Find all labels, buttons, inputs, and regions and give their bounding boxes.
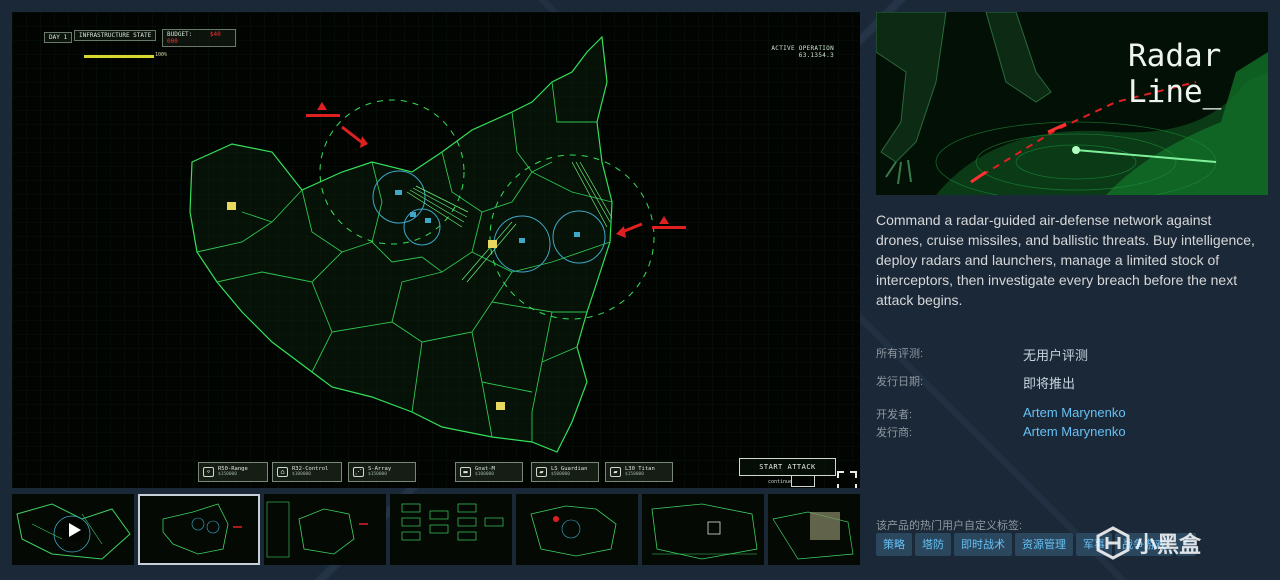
publisher-label: 发行商: — [876, 427, 913, 439]
unit-card-l30-titan[interactable]: ▰ L30 Titan $150000 — [605, 462, 673, 482]
capsule-title: Radar Line_ — [1128, 38, 1222, 110]
tags-label: 该产品的热门用户自定义标签: — [876, 520, 1023, 532]
budget-label: BUDGET: — [167, 31, 193, 38]
unit-price: $150000 — [368, 472, 387, 477]
active-operation-label: ACTIVE OPERATION — [771, 45, 834, 52]
infrastructure-pct: 100% — [155, 52, 168, 58]
heybox-logo-icon — [1096, 526, 1130, 560]
budget-box: BUDGET: $40 000 — [162, 29, 236, 47]
tag-strategy[interactable]: 策略 — [876, 533, 912, 556]
fullscreen-icon[interactable] — [836, 470, 858, 488]
unit-price: $500000 — [551, 472, 570, 477]
day-indicator: DAY 1 — [44, 32, 73, 43]
tag-tower-defense[interactable]: 塔防 — [915, 533, 951, 556]
reviews-value: 无用户评测 — [1023, 348, 1089, 363]
unit-price: $150000 — [218, 472, 237, 477]
launcher-icon: ▰ — [536, 467, 547, 477]
thumbnail-4[interactable] — [390, 494, 512, 565]
thumbnail-5[interactable] — [516, 494, 638, 565]
start-attack-button[interactable]: START ATTACK — [739, 458, 836, 476]
unit-price: $150000 — [625, 472, 644, 477]
radar-tower-icon: ⌂ — [277, 467, 288, 477]
thumbnail-strip — [12, 494, 860, 566]
operation-code: 63.1354.3 — [798, 52, 834, 59]
reviews-label: 所有评测: — [876, 348, 924, 360]
heavy-launcher-icon: ▰ — [610, 467, 621, 477]
release-date-value: 即将推出 — [1023, 376, 1076, 391]
tag-resource-management[interactable]: 资源管理 — [1015, 533, 1073, 556]
game-capsule-image: Radar Line_ — [876, 12, 1268, 195]
thumbnail-6[interactable] — [642, 494, 764, 565]
watermark-text: 小黑盒 — [1135, 532, 1202, 557]
tag-rts[interactable]: 即时战术 — [954, 533, 1012, 556]
game-map — [12, 12, 860, 488]
developer-link[interactable]: Artem Marynenko — [1023, 405, 1126, 420]
array-icon: ⋰ — [353, 467, 364, 477]
unit-price: $100000 — [292, 472, 311, 477]
thumbnail-7[interactable] — [768, 494, 860, 565]
unit-price: $100000 — [475, 472, 494, 477]
thumbnail-2[interactable] — [138, 494, 260, 565]
unit-card-r50[interactable]: ⌔ R50-Range $150000 — [198, 462, 268, 482]
radar-dish-icon: ⌔ — [203, 467, 214, 477]
main-screenshot[interactable]: DAY 1 INFRASTRUCTURE STATE 100% BUDGET: … — [12, 12, 860, 488]
infrastructure-bar — [84, 55, 154, 58]
continue-button[interactable] — [791, 475, 815, 487]
infrastructure-state: INFRASTRUCTURE STATE — [74, 30, 157, 41]
game-description: Command a radar-guided air-defense netwo… — [876, 212, 1255, 308]
publisher-link[interactable]: Artem Marynenko — [1023, 424, 1126, 439]
play-icon — [61, 517, 85, 542]
unit-card-s-array[interactable]: ⋰ S-Array $150000 — [348, 462, 416, 482]
launcher-truck-icon: ▬ — [460, 467, 471, 477]
unit-card-gnat[interactable]: ▬ Gnat-M $100000 — [455, 462, 523, 482]
unit-card-r32[interactable]: ⌂ R32-Control $100000 — [272, 462, 342, 482]
release-date-label: 发行日期: — [876, 376, 924, 388]
developer-label: 开发者: — [876, 409, 913, 421]
thumbnail-video[interactable] — [12, 494, 134, 565]
active-operation: ACTIVE OPERATION 63.1354.3 — [771, 45, 834, 59]
unit-card-ls-guardian[interactable]: ▰ LS Guardian $500000 — [531, 462, 599, 482]
watermark: 小黑盒 — [1095, 526, 1201, 560]
thumbnail-3[interactable] — [264, 494, 386, 565]
continue-label: continue — [768, 479, 793, 485]
